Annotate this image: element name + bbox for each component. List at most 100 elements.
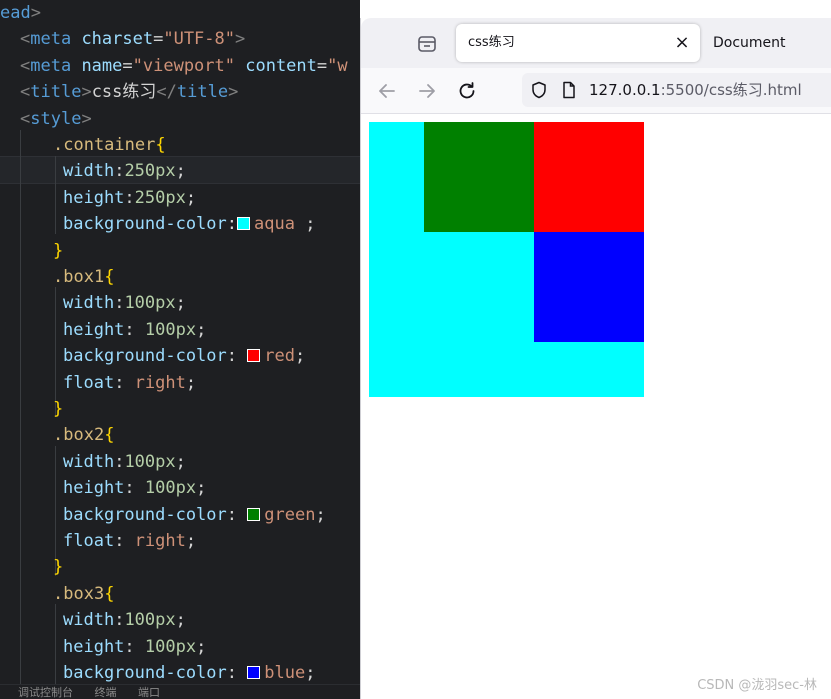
bottom-panel-tabs[interactable]: 调试控制台 终端 端口 [0,684,360,699]
code-line[interactable]: width:250px; [63,158,186,184]
code-line[interactable]: } [53,238,63,264]
browser-window: css练习 × Document 127.0.0.1:5500/css练习.ht… [360,18,831,699]
code-token: > [235,29,246,50]
code-line[interactable]: height: 100px; [63,634,206,660]
code-token: ; [196,636,207,657]
code-token: red [264,346,295,367]
code-line[interactable]: background-color: blue; [63,660,315,686]
tab-groups-icon[interactable] [416,34,438,54]
code-token: </ [156,82,177,103]
ports-tab[interactable]: 端口 [138,686,160,699]
code-token: background-color [63,214,227,235]
code-token: ; [175,451,186,472]
code-token: = [122,55,133,76]
indent-guide [55,604,56,684]
code-line[interactable]: width:100px; [63,290,186,316]
code-token: : [226,214,238,235]
code-token: float [63,531,115,551]
url-text[interactable]: 127.0.0.1:5500/css练习.html [589,73,802,107]
code-token: > [81,82,92,103]
code-token: meta [30,29,82,50]
code-line[interactable]: width:100px; [63,607,186,633]
code-editor[interactable]: ead> <meta charset="UTF-8"> <meta name="vi… [0,0,360,699]
code-line[interactable]: } [53,554,63,580]
code-token: 100px [124,610,176,631]
code-token: : [114,451,125,472]
tab-document[interactable]: Document [701,24,831,62]
code-token: background-color [63,346,227,367]
container-box [369,122,644,397]
code-token: ; [294,346,306,367]
code-token: "w [327,55,348,76]
code-token: width [63,161,115,182]
code-line[interactable]: background-color: green; [63,502,326,528]
code-line[interactable]: .box2{ [53,422,114,448]
code-line[interactable]: <meta name="viewport" content="w [20,53,348,79]
code-token: : [114,531,135,551]
code-token: green [264,504,316,525]
code-token: .container [53,135,156,155]
code-line[interactable]: <style> [20,106,92,132]
close-icon[interactable]: × [672,33,692,53]
debug-console-tab[interactable]: 调试控制台 [18,686,73,699]
code-token: blue [264,663,306,683]
address-bar[interactable]: 127.0.0.1:5500/css练习.html [522,73,831,107]
watermark: CSDN @泷羽sec-林 [697,678,817,693]
code-line[interactable]: <title>css练习</title> [20,79,238,105]
code-line[interactable]: ead> [0,0,41,26]
code-line[interactable]: background-color: red; [63,343,305,369]
page-viewport[interactable] [361,114,831,699]
reload-icon[interactable] [455,79,479,103]
color-swatch[interactable] [247,666,261,679]
code-token: 100px [124,451,176,472]
url-path: :5500/css练习.html [660,81,802,99]
code-token: } [53,557,64,578]
code-token: .box3 [53,583,105,604]
indent-guide [55,156,56,234]
code-line[interactable]: float: right; [63,370,196,396]
code-line[interactable]: width:100px; [63,449,186,475]
code-token: : [114,161,125,182]
terminal-tab[interactable]: 终端 [95,686,117,699]
code-token: height [63,187,125,208]
color-swatch[interactable] [247,349,261,363]
code-token: : [124,319,145,340]
back-arrow-icon[interactable] [375,79,399,103]
code-line[interactable]: background-color: aqua ; [63,211,315,237]
code-line[interactable]: .container{ [53,132,166,158]
code-line[interactable]: } [53,396,63,422]
color-swatch[interactable] [247,507,261,521]
code-token: > [228,82,239,103]
code-token: 250px [124,161,176,182]
code-line[interactable]: height:250px; [63,185,196,211]
code-token: ; [294,214,316,235]
code-token: height [63,636,125,657]
code-token: ; [185,187,197,208]
code-token: = [316,55,328,76]
code-token: : [124,478,145,499]
code-line[interactable]: float: right; [63,528,196,554]
code-line[interactable]: .box1{ [53,264,114,290]
box1-red [534,122,644,232]
code-token: ; [185,372,197,393]
code-token: style [30,108,82,129]
code-token: = [153,29,164,50]
code-token: ; [315,504,326,525]
shield-icon[interactable] [530,81,548,99]
code-line[interactable]: .box3{ [53,581,114,607]
tab-css-practice[interactable]: css练习 × [456,24,700,62]
code-token: < [20,82,31,103]
code-token: { [104,583,115,604]
page-icon[interactable] [560,81,578,99]
code-token: title [176,82,229,103]
code-token: ; [185,531,197,551]
code-token: > [30,3,41,23]
code-token: > [81,108,92,129]
code-token: 100px [144,636,197,657]
code-line[interactable]: <meta charset="UTF-8"> [20,26,245,52]
color-swatch[interactable] [237,217,251,231]
code-line[interactable]: height: 100px; [63,475,206,501]
code-line[interactable]: height: 100px; [63,317,206,343]
forward-arrow-icon[interactable] [415,79,439,103]
code-token: : [124,187,135,208]
